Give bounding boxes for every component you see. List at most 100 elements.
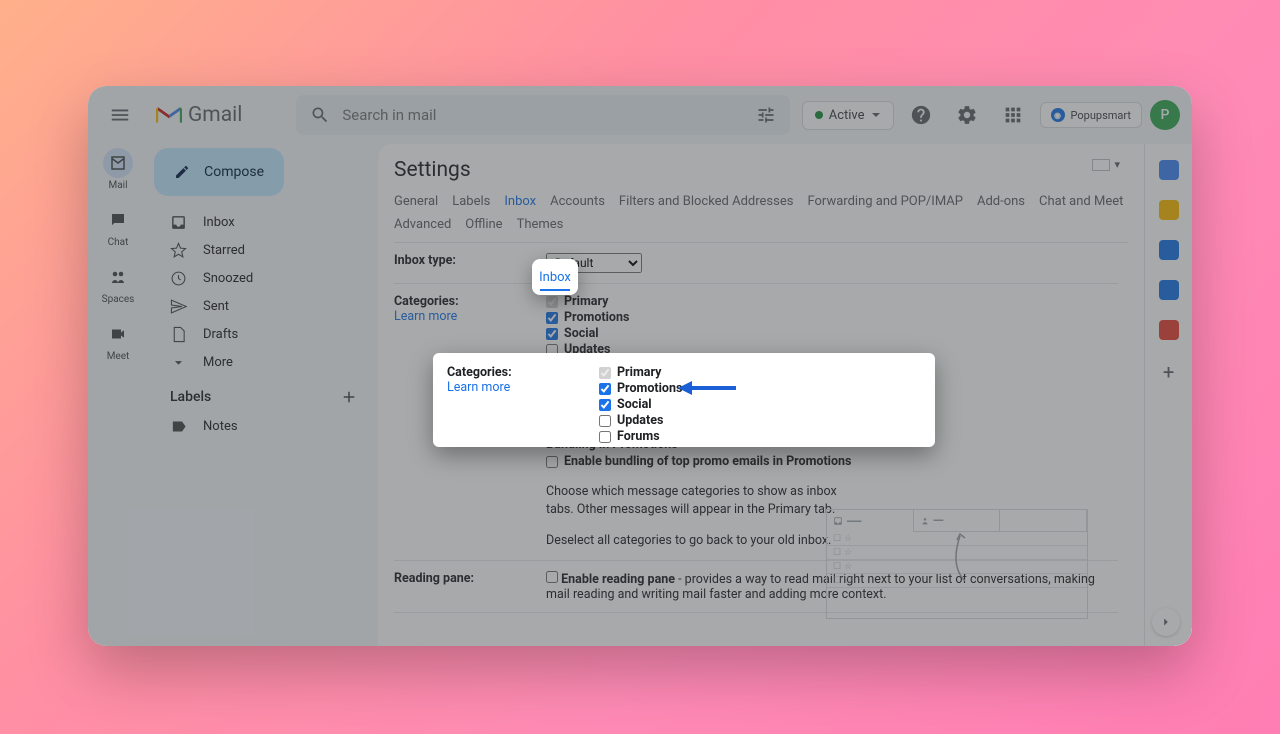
help-text-2: Deselect all categories to go back to yo… (546, 532, 866, 550)
tune-icon[interactable] (756, 105, 776, 125)
status-chip[interactable]: Active (802, 101, 894, 130)
tasks-addon[interactable] (1159, 240, 1179, 260)
tab-filters-and-blocked-addresses[interactable]: Filters and Blocked Addresses (619, 192, 794, 211)
page-title: Settings (394, 158, 1128, 182)
category-social-checkbox[interactable] (546, 328, 558, 340)
rail-meet[interactable]: Meet (103, 319, 133, 362)
hl-category-updates-checkbox[interactable] (599, 415, 611, 427)
addon-5[interactable] (1159, 320, 1179, 340)
category-promotions-checkbox[interactable] (546, 312, 558, 324)
nav-inbox[interactable]: Inbox (148, 208, 368, 236)
workspace-chip[interactable]: ◉ Popupsmart (1040, 102, 1142, 128)
inbox-type-label: Inbox type: (394, 253, 546, 273)
hl-category-promotions-checkbox[interactable] (599, 383, 611, 395)
labels-header: Labels (148, 376, 368, 412)
label-icon (170, 418, 187, 435)
gmail-wordmark: Gmail (188, 103, 242, 127)
header-right: Active ◉ Popupsmart P (802, 96, 1180, 134)
spaces-icon (109, 268, 127, 286)
gear-icon (956, 104, 978, 126)
nav-sidebar: Compose Inbox Starred Snoozed Sent Draft… (148, 144, 378, 646)
mail-icon (109, 154, 127, 172)
contacts-addon[interactable] (1159, 280, 1179, 300)
brand-name: Popupsmart (1071, 109, 1131, 122)
draft-icon (170, 326, 187, 343)
tab-add-ons[interactable]: Add-ons (977, 192, 1025, 211)
brand-dot-icon: ◉ (1051, 108, 1065, 122)
tab-chat-and-meet[interactable]: Chat and Meet (1039, 192, 1123, 211)
label-notes[interactable]: Notes (148, 412, 368, 440)
learn-more-link[interactable]: Learn more (394, 309, 457, 324)
side-panel: + (1144, 144, 1192, 646)
meet-icon (109, 325, 127, 343)
status-label: Active (829, 108, 865, 123)
calendar-addon[interactable] (1159, 160, 1179, 180)
settings-button[interactable] (948, 96, 986, 134)
star-icon (170, 242, 187, 259)
settings-tabs: General Labels Inbox Accounts Filters and Bl… (394, 192, 1128, 234)
tab-accounts[interactable]: Accounts (550, 192, 605, 211)
clock-icon (170, 270, 187, 287)
language-dropdown[interactable]: ▾ (1092, 158, 1120, 171)
bundling-checkbox[interactable] (546, 456, 558, 468)
category-primary-checkbox[interactable] (546, 296, 558, 308)
tab-inbox[interactable]: Inbox (504, 192, 536, 211)
search-input[interactable] (342, 106, 743, 124)
help-button[interactable] (902, 96, 940, 134)
tab-offline[interactable]: Offline (465, 215, 502, 234)
apps-button[interactable] (994, 96, 1032, 134)
add-addon[interactable]: + (1163, 360, 1174, 384)
chat-icon (109, 211, 127, 229)
gmail-logo: Gmail (156, 103, 242, 127)
annotation-arrow (676, 379, 738, 401)
hl-category-social-checkbox[interactable] (599, 399, 611, 411)
people-icon (920, 516, 930, 526)
help-icon (910, 104, 932, 126)
pencil-icon (174, 162, 190, 182)
highlight-inbox-tab: Inbox (532, 259, 578, 295)
plus-icon[interactable] (340, 388, 358, 406)
tab-advanced[interactable]: Advanced (394, 215, 451, 234)
chevron-down-icon (170, 354, 187, 371)
tab-labels[interactable]: Labels (452, 192, 490, 211)
hl-category-forums-checkbox[interactable] (599, 431, 611, 443)
nav-sent[interactable]: Sent (148, 292, 368, 320)
tab-general[interactable]: General (394, 192, 438, 211)
tab-themes[interactable]: Themes (517, 215, 564, 234)
nav-more[interactable]: More (148, 348, 368, 376)
chevron-right-icon (1159, 615, 1173, 629)
tab-forwarding-and-pop-imap[interactable]: Forwarding and POP/IMAP (807, 192, 963, 211)
nav-list: Inbox Starred Snoozed Sent Drafts More (148, 208, 368, 376)
nav-drafts[interactable]: Drafts (148, 320, 368, 348)
search-bar[interactable] (296, 95, 789, 135)
send-icon (170, 298, 187, 315)
reading-pane-label: Reading pane: (394, 571, 546, 602)
inbox-icon (170, 214, 187, 231)
status-dot (815, 111, 823, 119)
collapse-side-panel[interactable] (1152, 608, 1180, 636)
header: Gmail Active ◉ Popupsmart P (88, 86, 1192, 144)
nav-snoozed[interactable]: Snoozed (148, 264, 368, 292)
keep-addon[interactable] (1159, 200, 1179, 220)
gmail-window: Gmail Active ◉ Popupsmart P Mail (88, 86, 1192, 646)
rail-spaces[interactable]: Spaces (102, 262, 135, 305)
hamburger-icon (109, 104, 131, 126)
inbox-icon (833, 516, 843, 526)
labels-list: Notes (148, 412, 368, 440)
row-inbox-type: Inbox type: Default (394, 243, 1118, 284)
curve-arrow-icon (945, 526, 975, 586)
reading-pane-checkbox[interactable] (546, 571, 558, 583)
inbox-illustration: ━━━ ━━ ☐☆ ☐☆ ☐☆ ☐☆ (826, 509, 1088, 619)
nav-starred[interactable]: Starred (148, 236, 368, 264)
hl-category-primary-checkbox[interactable] (599, 367, 611, 379)
rail-chat[interactable]: Chat (103, 205, 133, 248)
main-menu-button[interactable] (100, 95, 140, 135)
search-icon (310, 105, 330, 125)
account-avatar[interactable]: P (1150, 100, 1180, 130)
compose-button[interactable]: Compose (154, 148, 284, 196)
learn-more-link-highlight[interactable]: Learn more (447, 380, 599, 395)
apps-icon (1002, 104, 1024, 126)
rail-mail[interactable]: Mail (103, 148, 133, 191)
gmail-icon (156, 105, 182, 125)
chevron-down-icon (871, 110, 881, 120)
